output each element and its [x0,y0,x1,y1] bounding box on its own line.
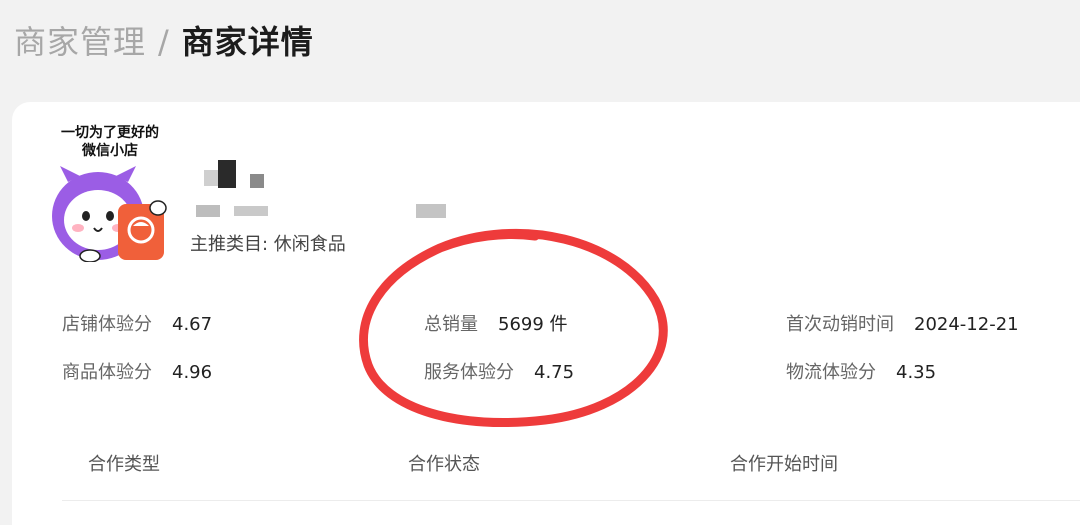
breadcrumb: 商家管理 / 商家详情 [14,18,314,66]
stat-label: 首次动销时间 [786,314,894,335]
breadcrumb-parent-link[interactable]: 商家管理 [14,23,146,61]
store-name-redacted [218,160,236,188]
stat-value: 4.67 [172,314,213,335]
stat-value: 4.96 [172,362,213,383]
store-name-redacted [204,170,218,186]
breadcrumb-separator: / [158,23,170,61]
table-header-cooperation-start-time: 合作开始时间 [730,454,838,475]
stat-store-score: 店铺体验分 4.67 [62,310,212,336]
store-id-redacted [416,204,446,218]
stat-value: 4.75 [534,362,575,383]
mascot-icon [52,166,167,262]
store-id-redacted [234,206,268,216]
stat-service-score: 服务体验分 4.75 [424,358,574,384]
stat-value: 5699 件 [498,314,568,335]
store-category: 主推类目: 休闲食品 [190,234,346,255]
store-logo-text-line1: 一切为了更好的 [61,125,159,141]
stat-logistics-score: 物流体验分 4.35 [786,358,936,384]
stat-label: 物流体验分 [786,362,876,383]
stat-first-sale-date: 首次动销时间 2024-12-21 [786,310,1019,336]
stat-label: 店铺体验分 [62,314,152,335]
store-logo-text: 一切为了更好的 微信小店 [50,124,170,160]
table-header-cooperation-status: 合作状态 [408,454,480,475]
table-divider [62,500,1080,501]
stat-total-sales: 总销量 5699 件 [424,310,568,336]
stat-label: 服务体验分 [424,362,514,383]
stat-label: 总销量 [424,314,478,335]
store-logo-text-line2: 微信小店 [82,143,138,159]
stat-label: 商品体验分 [62,362,152,383]
store-name-redacted [250,174,264,188]
stat-value: 2024-12-21 [914,314,1019,335]
store-logo: 一切为了更好的 微信小店 [50,120,180,262]
store-id-redacted [196,205,220,217]
page-title: 商家详情 [181,23,314,61]
table-header-cooperation-type: 合作类型 [88,454,160,475]
stat-value: 4.35 [896,362,937,383]
stat-product-score: 商品体验分 4.96 [62,358,212,384]
